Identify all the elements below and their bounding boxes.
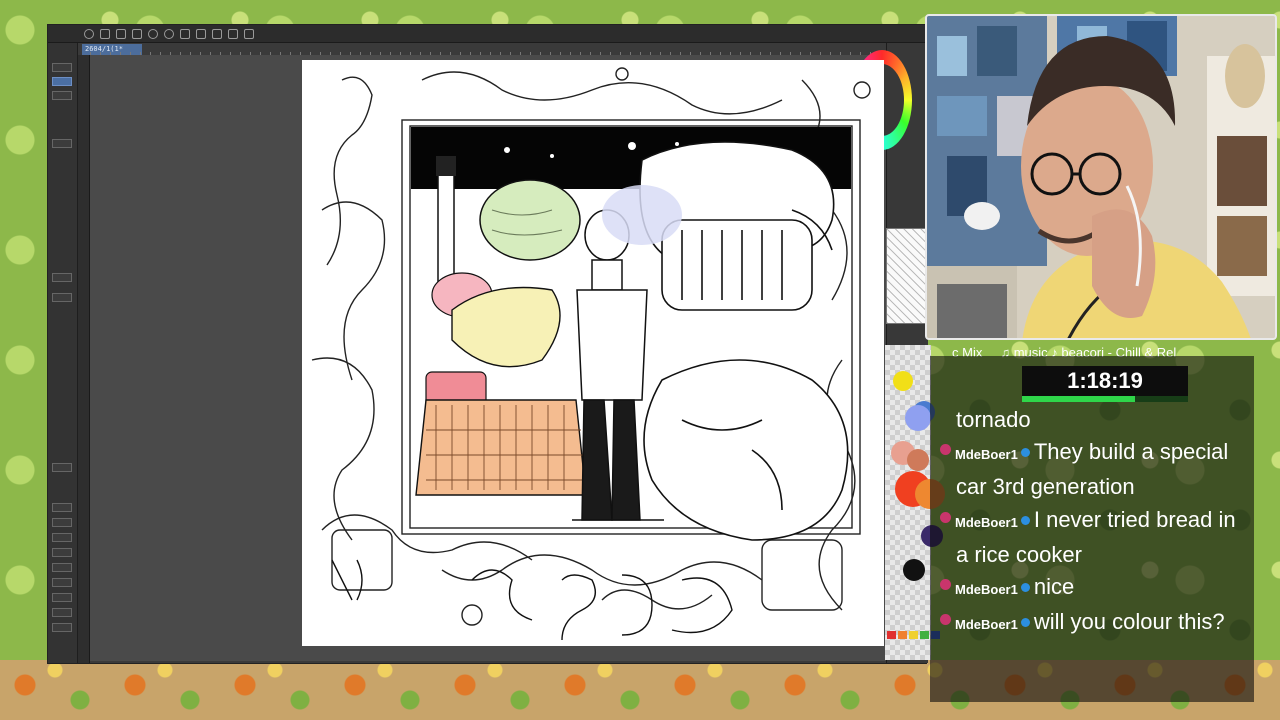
new-file-icon[interactable] [100, 28, 110, 39]
tool-button[interactable] [52, 563, 72, 572]
palette-color[interactable] [887, 631, 896, 639]
chat-message: tornado [956, 404, 1246, 436]
grid-icon[interactable] [244, 28, 254, 39]
tool-button[interactable] [52, 578, 72, 587]
stream-timer: 1:18:19 [1022, 366, 1188, 396]
navigator-thumbnail[interactable] [886, 228, 926, 324]
transform-icon[interactable] [180, 28, 190, 39]
settings-icon[interactable] [84, 28, 94, 39]
chat-username: MdeBoer1 [955, 447, 1018, 463]
chat-username: MdeBoer1 [955, 514, 1018, 530]
tool-button[interactable] [52, 593, 72, 602]
verified-icon [1020, 448, 1030, 458]
chat-text: tornado [956, 407, 1031, 432]
tool-button[interactable] [52, 139, 72, 148]
timer-progress-bar [1022, 396, 1188, 402]
verified-icon [1020, 618, 1030, 628]
chat-text: nice [1033, 574, 1075, 600]
mod-badge-icon [940, 444, 951, 456]
chat-username: MdeBoer1 [955, 582, 1018, 598]
chat-message: MdeBoer1 nice [940, 571, 1246, 606]
mod-badge-icon [940, 614, 951, 626]
chat-message: MdeBoer1 I never tried bread in a rice co… [940, 504, 1246, 571]
verified-icon [1020, 583, 1030, 593]
tool-button[interactable] [52, 623, 72, 632]
color-swatch[interactable] [903, 559, 925, 581]
tool-button[interactable] [52, 463, 72, 472]
tool-button[interactable] [52, 293, 72, 302]
mod-badge-icon [940, 511, 951, 523]
timer-progress-fill [1022, 396, 1135, 402]
streamer-video [927, 16, 1275, 338]
chat-message: MdeBoer1 They build a special car 3rd gen… [940, 436, 1246, 503]
verified-icon [1020, 515, 1030, 525]
tool-button[interactable] [52, 608, 72, 617]
chat-username: MdeBoer1 [955, 617, 1018, 633]
undo-icon[interactable] [148, 28, 158, 39]
palette-color[interactable] [920, 631, 929, 639]
save-icon[interactable] [132, 28, 142, 39]
color-swatch[interactable] [905, 405, 931, 431]
chat-text: will you colour this? [1033, 609, 1225, 635]
drawing-canvas[interactable] [302, 60, 884, 646]
tool-palette [48, 43, 78, 663]
tool-button[interactable] [52, 63, 72, 72]
sketch-artwork [311, 67, 871, 641]
mod-badge-icon [940, 579, 951, 591]
toolbar [48, 25, 928, 43]
chat-message: MdeBoer1 will you colour this? [940, 606, 1246, 641]
tool-button[interactable] [52, 518, 72, 527]
pen-icon[interactable] [212, 28, 222, 39]
webcam-feed [925, 14, 1277, 340]
chat-messages: tornado MdeBoer1 They build a special car… [940, 404, 1246, 641]
tool-button[interactable] [52, 533, 72, 542]
tool-button[interactable] [52, 503, 72, 512]
color-swatch[interactable] [907, 449, 929, 471]
palette-color[interactable] [898, 631, 907, 639]
chat-panel: tornado MdeBoer1 They build a special car… [930, 356, 1254, 702]
tool-button[interactable] [52, 273, 72, 282]
tool-button-active[interactable] [52, 77, 72, 86]
tool-button[interactable] [52, 91, 72, 100]
color-swatch[interactable] [893, 371, 913, 391]
select-icon[interactable] [196, 28, 206, 39]
palette-color[interactable] [909, 631, 918, 639]
ruler-icon[interactable] [228, 28, 238, 39]
redo-icon[interactable] [164, 28, 174, 39]
tool-button[interactable] [52, 548, 72, 557]
color-swatch-panel [885, 345, 945, 660]
open-file-icon[interactable] [116, 28, 126, 39]
tool-property-panel [78, 55, 90, 663]
